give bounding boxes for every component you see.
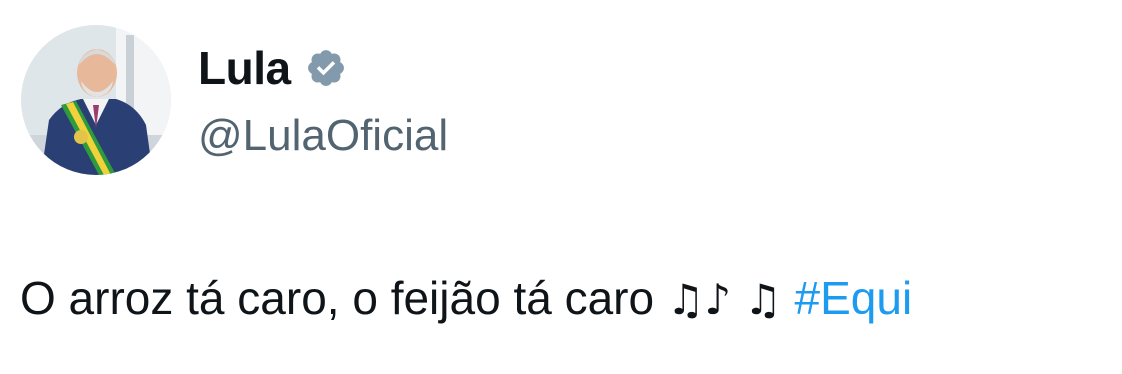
- music-note-icon: ♫: [744, 275, 782, 324]
- author-info: Lula @LulaOficial: [198, 40, 448, 164]
- avatar-photo: [21, 25, 171, 175]
- name-row: Lula: [198, 40, 448, 96]
- hashtag-link[interactable]: #Equi: [795, 272, 913, 324]
- tweet-text: O arroz tá caro, o feijão tá caro ♫♪ ♫ #…: [20, 270, 1122, 328]
- user-handle[interactable]: @LulaOficial: [198, 108, 448, 164]
- verified-badge-icon[interactable]: [305, 47, 347, 89]
- tweet-text-body: O arroz tá caro, o feijão tá caro: [20, 272, 655, 324]
- display-name[interactable]: Lula: [198, 40, 291, 96]
- avatar[interactable]: [21, 25, 171, 175]
- music-notes-icon: ♫♪: [666, 275, 732, 324]
- tweet-card: Lula @LulaOficial O arroz tá caro, o fei…: [0, 0, 1122, 374]
